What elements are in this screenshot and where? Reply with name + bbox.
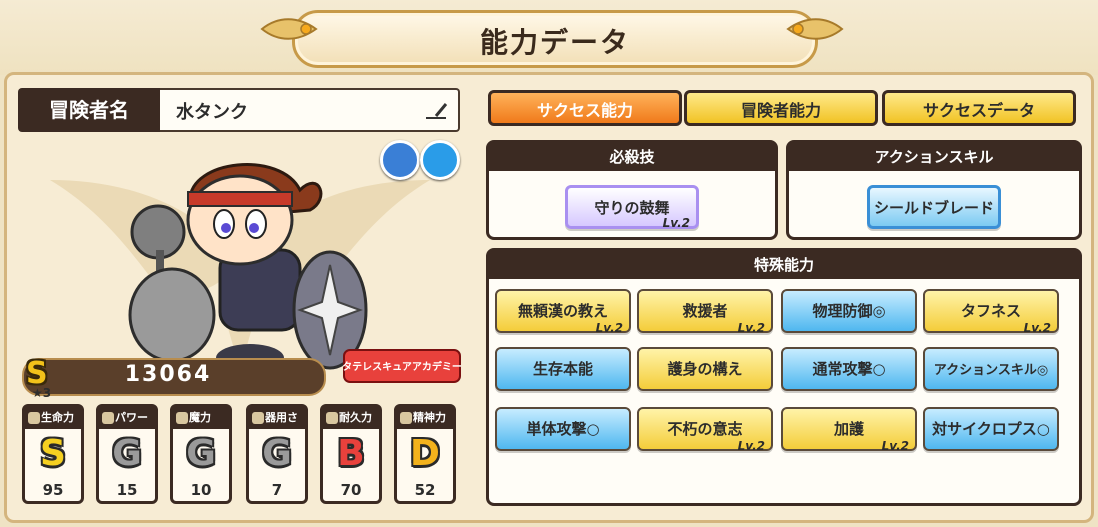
stat-label: 器用さ xyxy=(249,407,305,429)
special-move-header: 必殺技 xyxy=(489,143,775,171)
stat-icon xyxy=(28,412,40,424)
stat-label-text: パワー xyxy=(115,411,148,424)
ability-item[interactable]: 通常攻撃○ xyxy=(781,347,917,391)
action-skill-section: アクションスキル シールドブレード xyxy=(786,140,1082,240)
ability-label: 不朽の意志 xyxy=(667,420,743,438)
ability-item[interactable]: 救援者 Lv.2 xyxy=(637,289,773,335)
tab-2[interactable]: サクセスデータ xyxy=(882,90,1076,126)
stat-grade: D xyxy=(410,433,440,474)
ability-label: アクションスキル◎ xyxy=(933,363,1049,378)
stat-label-text: 耐久力 xyxy=(339,411,372,424)
water-icon xyxy=(420,140,460,180)
page-title: 能力データ xyxy=(479,26,630,59)
ability-item[interactable]: 生存本能 xyxy=(495,347,631,391)
ability-item[interactable]: 物理防御◎ xyxy=(781,289,917,333)
ability-item[interactable]: 単体攻撃○ xyxy=(495,407,631,451)
ability-level: Lv.2 xyxy=(595,321,623,335)
ability-label: 護身の構え xyxy=(667,360,743,378)
stat-label-text: 器用さ xyxy=(265,411,298,424)
name-field[interactable]: 水タンク xyxy=(160,88,460,132)
stat-value: 10 xyxy=(190,481,212,499)
stat-value: 70 xyxy=(340,481,362,499)
action-skill-label: シールドブレード xyxy=(873,199,994,217)
title-banner: 能力データ xyxy=(292,10,818,68)
special-move-level: Lv.2 xyxy=(662,216,690,230)
special-move-skill-label: 守りの鼓舞 xyxy=(594,199,670,217)
special-abilities-header: 特殊能力 xyxy=(489,251,1079,279)
stat-icon xyxy=(252,412,264,424)
name-label: 冒険者名 xyxy=(18,88,160,132)
total-score: 13064 xyxy=(124,362,212,387)
stat-card: パワー G 15 xyxy=(96,404,158,504)
action-skill-header: アクションスキル xyxy=(789,143,1079,171)
character-portrait xyxy=(128,163,368,372)
tab-1[interactable]: 冒険者能力 xyxy=(684,90,878,126)
academy-badge: タテレスキュアアカデミー xyxy=(342,349,462,383)
stat-card: 生命力 S 95 xyxy=(22,404,84,504)
special-abilities-section: 特殊能力 無頼漢の教え Lv.2 救援者 Lv.2 物理防御◎ タフネス Lv.2 生存本能護… xyxy=(486,248,1082,506)
stat-label-text: 魔力 xyxy=(189,411,211,424)
ability-label: 単体攻撃○ xyxy=(526,420,600,438)
ability-label: 生存本能 xyxy=(532,360,593,378)
right-ornament-icon xyxy=(786,18,844,40)
special-move-section: 必殺技 守りの鼓舞 Lv.2 xyxy=(486,140,778,240)
stat-card: 耐久力 B 70 xyxy=(320,404,382,504)
stat-grade: G xyxy=(112,433,142,474)
stat-label: 魔力 xyxy=(173,407,229,429)
ability-level: Lv.2 xyxy=(737,321,765,335)
pen-icon[interactable] xyxy=(424,100,448,120)
stat-value: 7 xyxy=(271,481,283,499)
ability-level: Lv.2 xyxy=(881,439,909,453)
character-name: 水タンク xyxy=(176,102,248,123)
ability-item[interactable]: タフネス Lv.2 xyxy=(923,289,1059,335)
stat-label: 精神力 xyxy=(397,407,453,429)
tab-0[interactable]: サクセス能力 xyxy=(488,90,682,126)
ability-level: Lv.2 xyxy=(737,439,765,453)
action-skill[interactable]: シールドブレード xyxy=(867,185,1001,229)
ability-item[interactable]: 護身の構え xyxy=(637,347,773,391)
ability-label: 通常攻撃○ xyxy=(812,360,886,378)
stat-grade: G xyxy=(186,433,216,474)
stat-label: 生命力 xyxy=(25,407,81,429)
ability-label: 無頼漢の教え xyxy=(517,302,608,320)
stat-card: 精神力 D 52 xyxy=(394,404,456,504)
star-count: ★3 xyxy=(32,386,52,400)
ability-label: 対サイクロプス○ xyxy=(932,420,1050,438)
stat-value: 52 xyxy=(414,481,436,499)
wind-icon xyxy=(380,140,420,180)
stat-grade: S xyxy=(40,433,66,474)
stat-label: パワー xyxy=(99,407,155,429)
stat-card: 魔力 G 10 xyxy=(170,404,232,504)
stat-card: 器用さ G 7 xyxy=(246,404,308,504)
stat-icon xyxy=(400,412,412,424)
stat-grade: B xyxy=(337,433,365,474)
ability-label: 物理防御◎ xyxy=(812,302,886,320)
ability-item[interactable]: 対サイクロプス○ xyxy=(923,407,1059,451)
stat-value: 95 xyxy=(42,481,64,499)
ability-label: 救援者 xyxy=(682,302,728,320)
stat-label: 耐久力 xyxy=(323,407,379,429)
special-move-skill[interactable]: 守りの鼓舞 Lv.2 xyxy=(565,185,699,230)
name-row: 冒険者名 水タンク xyxy=(18,88,460,132)
stat-icon xyxy=(176,412,188,424)
ability-level: Lv.2 xyxy=(1023,321,1051,335)
stat-value: 15 xyxy=(116,481,138,499)
ability-item[interactable]: アクションスキル◎ xyxy=(923,347,1059,391)
academy-badge-text: タテレスキュアアカデミー xyxy=(342,360,462,373)
left-ornament-icon xyxy=(260,18,318,40)
ability-item[interactable]: 加護 Lv.2 xyxy=(781,407,917,453)
ability-item[interactable]: 無頼漢の教え Lv.2 xyxy=(495,289,631,335)
ability-item[interactable]: 不朽の意志 Lv.2 xyxy=(637,407,773,453)
stat-icon xyxy=(102,412,114,424)
stat-label-text: 生命力 xyxy=(41,411,74,424)
stat-label-text: 精神力 xyxy=(413,411,446,424)
stat-icon xyxy=(326,412,338,424)
ability-label: タフネス xyxy=(960,302,1021,320)
stat-grade: G xyxy=(262,433,292,474)
ability-label: 加護 xyxy=(833,420,864,438)
